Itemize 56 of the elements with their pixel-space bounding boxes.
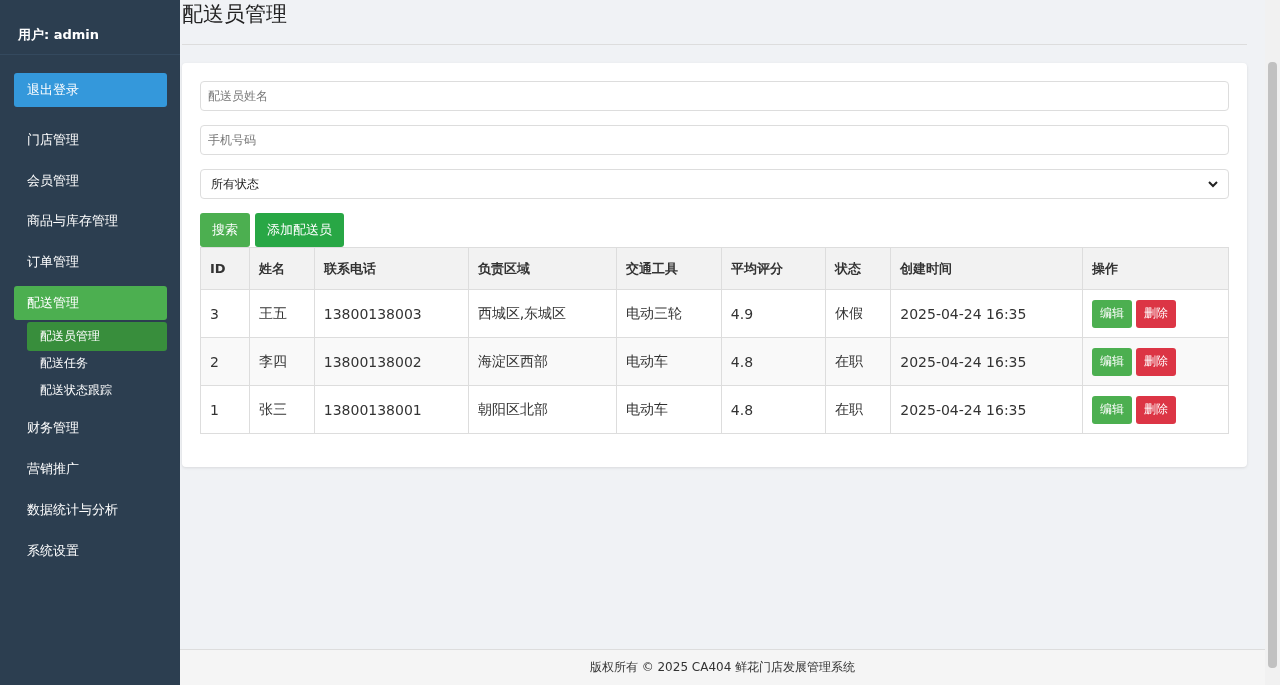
column-header: ID xyxy=(200,247,250,290)
table-cell: 3 xyxy=(200,289,250,338)
table-cell: 在职 xyxy=(825,337,891,386)
table-cell: 在职 xyxy=(825,385,891,434)
column-header: 交通工具 xyxy=(616,247,722,290)
status-dropdown[interactable]: 所有状态 xyxy=(200,169,1229,199)
column-header: 创建时间 xyxy=(890,247,1083,290)
menu-item[interactable]: 营销推广 xyxy=(14,452,167,487)
table-cell: 13800138003 xyxy=(314,289,469,338)
table-cell: 1 xyxy=(200,385,250,434)
column-header: 负责区域 xyxy=(468,247,617,290)
delete-button[interactable]: 删除 xyxy=(1135,299,1176,328)
delete-button[interactable]: 删除 xyxy=(1135,395,1176,424)
submenu-item[interactable]: 配送状态跟踪 xyxy=(27,376,167,406)
table-cell: 张三 xyxy=(249,385,315,434)
menu-item[interactable]: 系统设置 xyxy=(14,533,167,568)
phone-input-field[interactable]: 手机号码 xyxy=(200,125,1229,155)
table-cell: 电动车 xyxy=(616,337,722,386)
table-cell: 电动车 xyxy=(616,385,722,434)
chevron-down-icon xyxy=(1208,180,1218,188)
scrollbar-thumb[interactable] xyxy=(1268,62,1277,668)
table-cell: 2025-04-24 16:35 xyxy=(890,289,1083,338)
column-header: 联系电话 xyxy=(314,247,469,290)
footer-text: 版权所有 © 2025 CA404 鲜花门店发展管理系统 xyxy=(180,649,1265,685)
menu-item[interactable]: 订单管理 xyxy=(14,245,167,280)
name-input-field[interactable]: 配送员姓名 xyxy=(200,81,1229,111)
table-cell: 海淀区西部 xyxy=(468,337,617,386)
table-cell: 2 xyxy=(200,337,250,386)
table-cell: 李四 xyxy=(249,337,315,386)
table-cell: 电动三轮 xyxy=(616,289,722,338)
table-cell: 13800138001 xyxy=(314,385,469,434)
submenu-item[interactable]: 配送员管理 xyxy=(27,322,167,352)
menu-item[interactable]: 门店管理 xyxy=(14,123,167,157)
user-label: 用户: admin xyxy=(0,0,180,55)
menu-item[interactable]: 数据统计与分析 xyxy=(14,492,167,527)
menu-item[interactable]: 会员管理 xyxy=(14,163,167,198)
table-cell: 2025-04-24 16:35 xyxy=(890,385,1083,434)
scrollbar[interactable] xyxy=(1265,0,1280,685)
column-header: 平均评分 xyxy=(721,247,826,290)
table-cell: 休假 xyxy=(825,289,891,338)
column-header: 操作 xyxy=(1082,247,1229,290)
delete-button[interactable]: 删除 xyxy=(1135,347,1176,376)
table-cell: 13800138002 xyxy=(314,337,469,386)
column-header: 姓名 xyxy=(249,247,315,290)
table-cell: 2025-04-24 16:35 xyxy=(890,337,1083,386)
column-header: 状态 xyxy=(825,247,891,290)
submenu-item[interactable]: 配送任务 xyxy=(27,349,167,379)
table-cell: 王五 xyxy=(249,289,315,338)
table-cell: 西城区,东城区 xyxy=(468,289,617,338)
page-title: 配送员管理 xyxy=(182,0,1247,45)
table-cell: 4.9 xyxy=(721,289,826,338)
menu-item[interactable]: 财务管理 xyxy=(14,411,167,446)
table-cell: 4.8 xyxy=(721,385,826,434)
table-cell: 4.8 xyxy=(721,337,826,386)
menu-item[interactable]: 商品与库存管理 xyxy=(14,204,167,239)
table-cell: 朝阳区北部 xyxy=(468,385,617,434)
